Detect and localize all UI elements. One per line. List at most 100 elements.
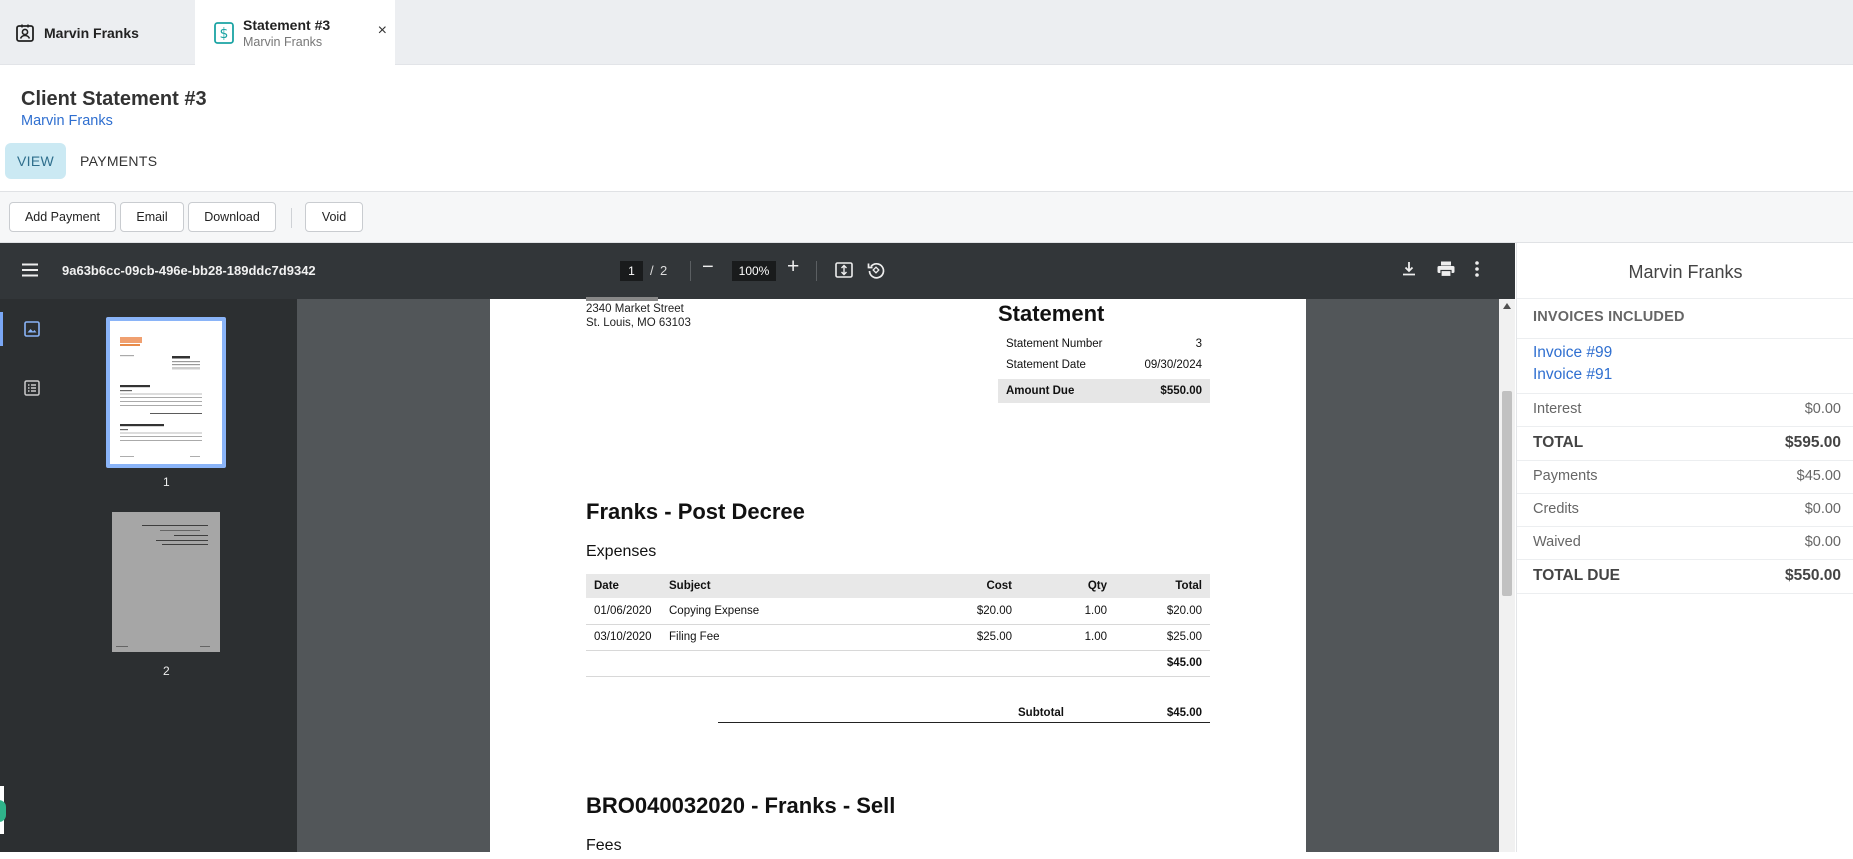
zoom-level[interactable]: 100% — [732, 261, 776, 281]
matter-title-2: BRO040032020 - Franks - Sell — [586, 793, 896, 818]
cell-subject: Copying Expense — [661, 598, 930, 625]
thumbnails-icon[interactable] — [23, 320, 41, 343]
amount-due-label: Amount Due — [1006, 385, 1075, 397]
table-row: 03/10/2020 Filing Fee $25.00 1.00 $25.00 — [586, 624, 1210, 651]
fit-page-icon[interactable] — [834, 260, 854, 285]
more-options-icon[interactable] — [1474, 260, 1480, 283]
statement-date-row: Statement Date 09/30/2024 — [998, 354, 1210, 375]
add-payment-button[interactable]: Add Payment — [9, 202, 116, 232]
waived-label: Waived — [1533, 534, 1581, 550]
payments-label: Payments — [1533, 468, 1598, 484]
cell-subject: Filing Fee — [661, 624, 930, 651]
cell-total: $20.00 — [1115, 598, 1210, 625]
credits-label: Credits — [1533, 501, 1579, 517]
table-header-row: Date Subject Cost Qty Total — [586, 574, 1210, 598]
menu-icon[interactable] — [20, 260, 40, 285]
col-total: Total — [1115, 574, 1210, 598]
table-total-row: $45.00 — [586, 650, 1210, 677]
zoom-in-icon[interactable]: + — [787, 255, 799, 279]
scrollbar-thumb[interactable] — [1502, 391, 1512, 596]
col-qty: Qty — [1020, 574, 1115, 598]
invoice-link[interactable]: Invoice #99 — [1533, 344, 1612, 362]
contact-card-icon — [14, 22, 36, 44]
pdf-viewer-toolbar: 9a63b6cc-09cb-496e-bb28-189ddc7d9342 1 /… — [0, 243, 1515, 299]
invoice-link[interactable]: Invoice #91 — [1533, 366, 1612, 384]
statement-heading: Statement — [998, 301, 1105, 326]
waived-value: $0.00 — [1804, 534, 1841, 550]
statement-number-row: Statement Number 3 — [998, 333, 1210, 354]
cell-qty: 1.00 — [1020, 598, 1115, 625]
divider — [1517, 298, 1853, 299]
expenses-table: Date Subject Cost Qty Total 01/06/2020 C… — [586, 574, 1210, 677]
matter-title: Franks - Post Decree — [586, 499, 805, 524]
tab-statement-subtitle: Marvin Franks — [243, 34, 323, 49]
divider — [1517, 526, 1853, 527]
summary-client-name: Marvin Franks — [1628, 262, 1743, 282]
address-line-1: 2340 Market Street — [586, 303, 684, 315]
page-separator: / — [650, 263, 654, 278]
tab-bar: Marvin Franks $ Statement #3 Marvin Fran… — [0, 0, 1853, 65]
interest-label: Interest — [1533, 401, 1582, 417]
toolbar-divider — [291, 208, 292, 228]
interest-row: Interest $0.00 — [1533, 401, 1841, 417]
divider — [1517, 426, 1853, 427]
email-button[interactable]: Email — [120, 202, 184, 232]
table-row: 01/06/2020 Copying Expense $20.00 1.00 $… — [586, 598, 1210, 625]
divider — [1517, 393, 1853, 394]
divider — [1517, 593, 1853, 594]
total-row: TOTAL $595.00 — [1533, 434, 1841, 452]
cell-total: $25.00 — [1115, 624, 1210, 651]
statement-date-label: Statement Date — [1006, 358, 1086, 371]
subtotal-label: Subtotal — [1018, 707, 1064, 719]
tab-payments[interactable]: PAYMENTS — [68, 143, 169, 179]
subtotal-rule — [718, 722, 1210, 723]
outline-icon[interactable] — [23, 379, 41, 402]
divider — [1517, 493, 1853, 494]
total-due-row: TOTAL DUE $550.00 — [1533, 567, 1841, 585]
statement-date-value: 09/30/2024 — [1144, 358, 1202, 371]
tab-client[interactable]: Marvin Franks — [0, 0, 195, 65]
page-thumbnail-1[interactable] — [106, 317, 226, 468]
divider — [1517, 460, 1853, 461]
thumbnail-label-2: 2 — [163, 664, 170, 678]
close-icon[interactable]: × — [378, 22, 387, 40]
col-cost: Cost — [930, 574, 1020, 598]
pdf-file-name: 9a63b6cc-09cb-496e-bb28-189ddc7d9342 — [62, 263, 316, 278]
total-due-value: $550.00 — [1784, 567, 1841, 584]
cell-cost: $25.00 — [930, 624, 1020, 651]
page-thumbnail-2[interactable] — [112, 512, 220, 652]
interest-value: $0.00 — [1804, 401, 1841, 417]
print-icon[interactable] — [1436, 260, 1456, 283]
zoom-out-icon[interactable]: − — [702, 256, 714, 279]
client-link[interactable]: Marvin Franks — [21, 113, 113, 129]
total-due-label: TOTAL DUE — [1533, 567, 1620, 584]
total-label: TOTAL — [1533, 434, 1584, 451]
cell-date: 03/10/2020 — [586, 624, 661, 651]
address-line-2: St. Louis, MO 63103 — [586, 317, 691, 329]
viewer-divider — [690, 261, 691, 281]
svg-text:$: $ — [220, 26, 229, 42]
invoices-heading: INVOICES INCLUDED — [1533, 309, 1685, 325]
page-number-input[interactable]: 1 — [620, 261, 643, 281]
download-button[interactable]: Download — [188, 202, 276, 232]
void-button[interactable]: Void — [305, 202, 363, 232]
waived-row: Waived $0.00 — [1533, 534, 1841, 550]
pdf-page: 2340 Market Street St. Louis, MO 63103 S… — [490, 297, 1306, 859]
page-total: 2 — [660, 263, 668, 278]
cell-cost: $20.00 — [930, 598, 1020, 625]
expenses-total: $45.00 — [1115, 650, 1210, 677]
rail-active-indicator — [0, 312, 3, 346]
divider — [1517, 559, 1853, 560]
rotate-icon[interactable] — [866, 260, 886, 285]
action-toolbar: Add Payment Email Download Void — [0, 191, 1853, 243]
dollar-document-icon: $ — [213, 21, 235, 44]
amount-due-value: $550.00 — [1160, 385, 1202, 397]
tab-view[interactable]: VIEW — [5, 143, 66, 179]
download-icon[interactable] — [1400, 260, 1418, 283]
viewer-divider — [816, 261, 817, 281]
page-title: Client Statement #3 — [21, 88, 207, 110]
tab-statement[interactable]: $ Statement #3 Marvin Franks × — [195, 0, 395, 65]
expenses-heading: Expenses — [586, 543, 657, 560]
subtotal-value: $45.00 — [1166, 707, 1202, 719]
clipped-text-line — [586, 297, 658, 301]
